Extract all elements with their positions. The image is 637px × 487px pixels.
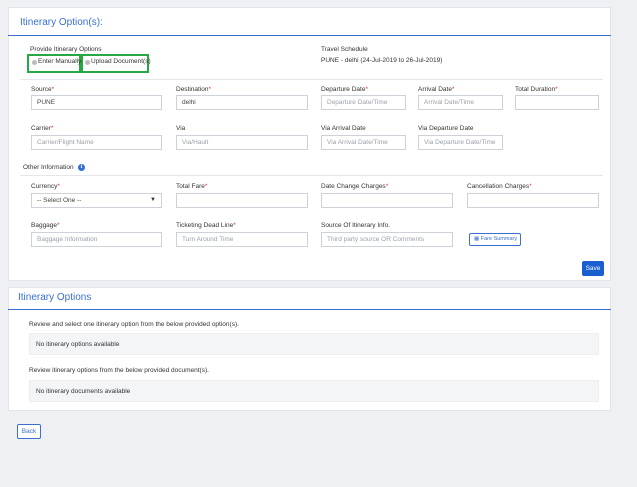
info-icon[interactable]: i — [78, 164, 85, 171]
via-departure-date-label: Via Departure Date — [418, 125, 474, 132]
enter-manually-label[interactable]: Enter Manually — [38, 58, 81, 65]
divider — [20, 79, 603, 80]
carrier-label: Carrier* — [31, 125, 54, 132]
carrier-input[interactable]: Carrier/Flight Name — [31, 135, 162, 150]
source-label: Source* — [31, 86, 55, 93]
no-documents-box: No itinerary documents available — [29, 380, 599, 402]
travel-schedule-value: PUNE - delhi (24-Jul-2019 to 26-Jul-2019… — [321, 57, 443, 64]
itinerary-option-title-rule — [8, 35, 611, 36]
itinerary-options-title-rule — [8, 309, 611, 310]
total-duration-input[interactable] — [515, 95, 599, 110]
destination-label: Destination* — [176, 86, 212, 93]
no-options-box: No itinerary options available — [29, 333, 599, 355]
via-input[interactable]: Via/Hault — [176, 135, 308, 150]
no-documents-text: No itinerary documents available — [36, 388, 131, 395]
itinerary-option-title: Itinerary Option(s): — [20, 17, 103, 28]
via-departure-date-input[interactable]: Via Departure Date/Time — [418, 135, 503, 150]
source-of-itinerary-input[interactable]: Third party source OR Comments — [321, 232, 453, 247]
fare-summary-button[interactable]: ▦ Fare Summary — [469, 233, 521, 246]
cancellation-charges-label: Cancellation Charges* — [467, 183, 532, 190]
arrival-date-input[interactable]: Arrival Date/Time — [418, 95, 503, 110]
review-documents-text: Review itinerary options from the below … — [29, 367, 209, 374]
source-of-itinerary-label: Source Of Itinerary Info. — [321, 222, 391, 229]
upload-documents-radio[interactable] — [85, 60, 90, 65]
enter-manually-radio[interactable] — [32, 60, 37, 65]
via-label: Via — [176, 125, 186, 132]
destination-input[interactable]: delhi — [176, 95, 308, 110]
total-fare-input[interactable] — [176, 193, 308, 208]
currency-select[interactable]: -- Select One -- ▼ — [31, 193, 162, 208]
travel-schedule-label: Travel Schedule — [321, 46, 368, 53]
back-button[interactable]: Back — [17, 424, 41, 439]
via-arrival-date-input[interactable]: Via Arrival Date/Time — [321, 135, 406, 150]
date-change-charges-input[interactable] — [321, 193, 453, 208]
table-icon: ▦ — [474, 236, 481, 242]
itinerary-options-title: Itinerary Options — [18, 292, 92, 303]
ticketing-deadline-input[interactable]: Turn Around Time — [176, 232, 308, 247]
baggage-label: Baggage* — [31, 222, 60, 229]
provide-itinerary-label: Provide Itinerary Options — [30, 46, 102, 53]
cancellation-charges-input[interactable] — [467, 193, 599, 208]
save-button[interactable]: Save — [582, 261, 604, 276]
date-change-charges-label: Date Change Charges* — [321, 183, 389, 190]
departure-date-label: Departure Date* — [321, 86, 368, 93]
baggage-input[interactable]: Baggage Information — [31, 232, 162, 247]
via-arrival-date-label: Via Arrival Date — [321, 125, 366, 132]
currency-label: Currency* — [31, 183, 60, 190]
divider — [20, 175, 603, 176]
other-information-label: Other Information — [23, 164, 74, 171]
total-duration-label: Total Duration* — [515, 86, 558, 93]
chevron-down-icon: ▼ — [150, 197, 156, 203]
source-input[interactable]: PUNE — [31, 95, 162, 110]
ticketing-deadline-label: Ticketing Dead Line* — [176, 222, 236, 229]
total-fare-label: Total Fare* — [176, 183, 208, 190]
no-options-text: No itinerary options available — [36, 341, 120, 348]
arrival-date-label: Arrival Date* — [418, 86, 455, 93]
upload-documents-label[interactable]: Upload Document(s) — [91, 58, 151, 65]
review-options-text: Review and select one itinerary option f… — [29, 321, 239, 328]
departure-date-input[interactable]: Departure Date/Time — [321, 95, 406, 110]
